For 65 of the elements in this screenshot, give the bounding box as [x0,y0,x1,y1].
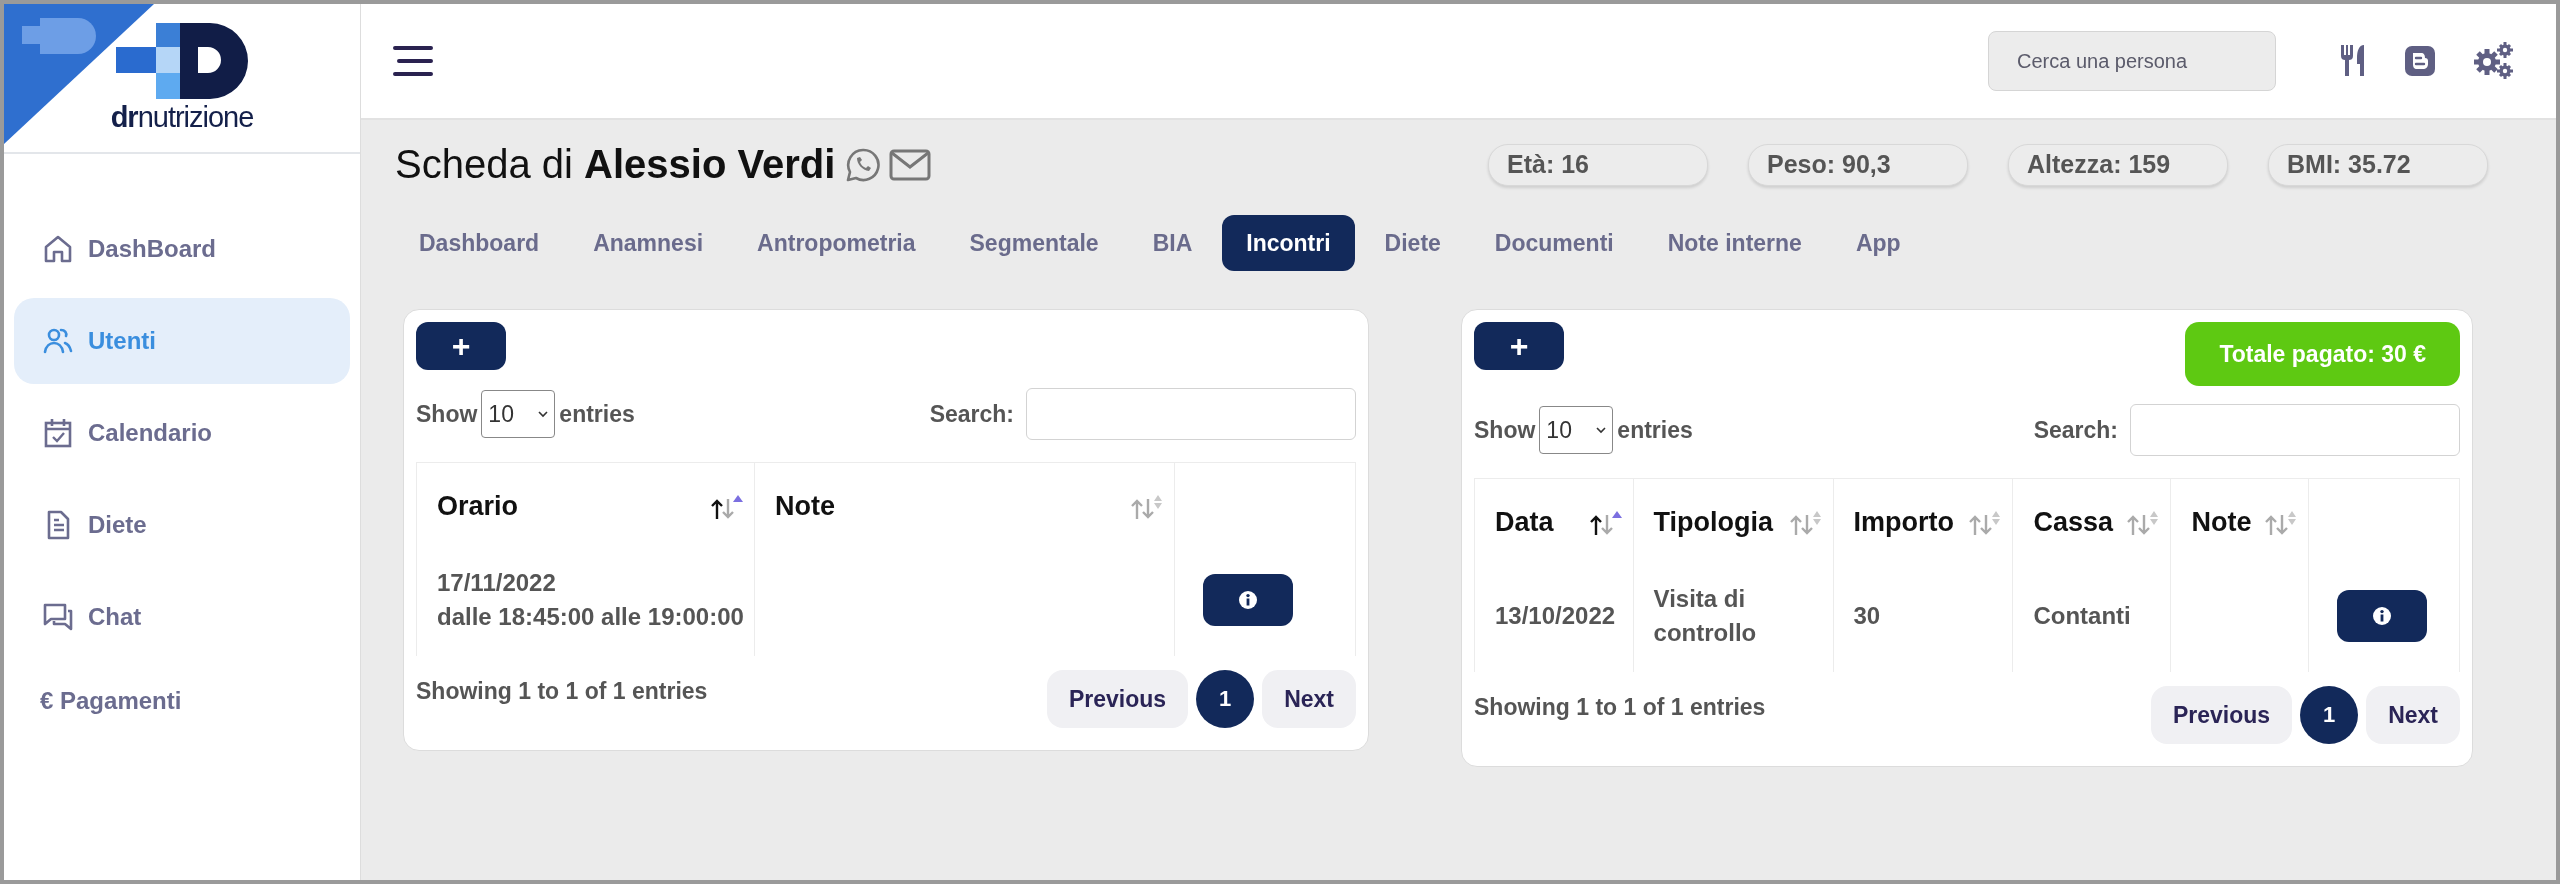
entries-info: Showing 1 to 1 of 1 entries [416,677,708,705]
table-cell: 17/11/2022 dalle 18:45:00 alle 19:00:00 [437,569,744,630]
search-label: Search: [2033,416,2118,444]
tab[interactable]: Antropometria [733,215,940,271]
sidebar-item[interactable]: Chat [14,574,350,660]
column-header[interactable]: Cassa [2033,507,2114,538]
table-cell: 30 [1853,602,1881,630]
page-button[interactable]: 1 [1196,670,1255,728]
tab[interactable]: Dashboard [395,215,564,271]
page-length-select[interactable]: 10 [1539,406,1614,454]
square-letter-icon [2404,45,2436,77]
whatsapp-icon [845,146,882,183]
stat-pill: Età: 16 [1488,143,1708,186]
add-button[interactable]: + [1474,322,1564,370]
tab[interactable]: Segmentale [945,215,1123,271]
next-button[interactable]: Next [2366,686,2460,744]
settings-icon [2472,41,2514,81]
search-field[interactable]: Cerca una persona [1988,31,2276,91]
chat-icon [42,601,74,633]
tab[interactable]: App [1831,215,1925,271]
chevron-down-icon [1596,426,1607,434]
sidebar-item[interactable]: DashBoard [14,206,350,292]
chevron-down-icon [538,410,549,418]
search-label: Search: [929,400,1014,428]
info-icon [2372,606,2392,626]
show-label: Show [416,400,478,428]
stat-pill: BMI: 35.72 [2268,143,2488,186]
column-header[interactable]: Orario [437,491,519,522]
search-field[interactable] [2130,404,2460,456]
logo-mark-icon [116,22,248,99]
show-label: Show [1474,416,1536,444]
tab[interactable]: Anamnesi [569,215,728,271]
page-button[interactable]: 1 [2300,686,2359,744]
search-field[interactable] [1026,388,1356,440]
sidebar-item[interactable]: € Pagamenti [14,666,350,736]
next-button[interactable]: Next [1262,670,1356,728]
sidebar-item[interactable]: Calendario [14,390,350,476]
add-button[interactable]: + [416,322,506,370]
table-cell-text: Visita di controllo [1653,584,1758,648]
table-cell: Contanti [2033,602,2131,630]
tab[interactable]: Note interne [1643,215,1826,271]
home-icon [42,233,74,265]
info-icon [1238,590,1258,610]
tab[interactable]: Diete [1360,215,1465,271]
stat-pill: Peso: 90,3 [1748,143,1968,186]
calendar-check-icon [42,417,74,449]
table-cell: 13/10/2022 [1495,602,1616,630]
page-title: Scheda di Alessio Verdi [395,142,836,187]
entries-label: entries [1617,416,1693,444]
tab[interactable]: Documenti [1470,215,1638,271]
column-header[interactable]: Data [1495,507,1554,538]
tab[interactable]: Incontri [1222,215,1355,271]
page-length-select[interactable]: 10 [481,390,556,438]
logo-text: drnutrizione [110,100,254,134]
tab[interactable]: BIA [1128,215,1217,271]
column-header[interactable]: Note [2191,507,2252,538]
sidebar-item[interactable]: Diete [14,482,350,568]
stat-pill: Altezza: 159 [2008,143,2228,186]
info-button[interactable] [1203,574,1293,626]
info-button[interactable] [2337,590,2427,642]
previous-button[interactable]: Previous [2151,686,2293,744]
previous-button[interactable]: Previous [1047,670,1189,728]
column-header[interactable]: Note [775,491,836,522]
entries-label: entries [559,400,635,428]
entries-info: Showing 1 to 1 of 1 entries [1474,693,1766,721]
